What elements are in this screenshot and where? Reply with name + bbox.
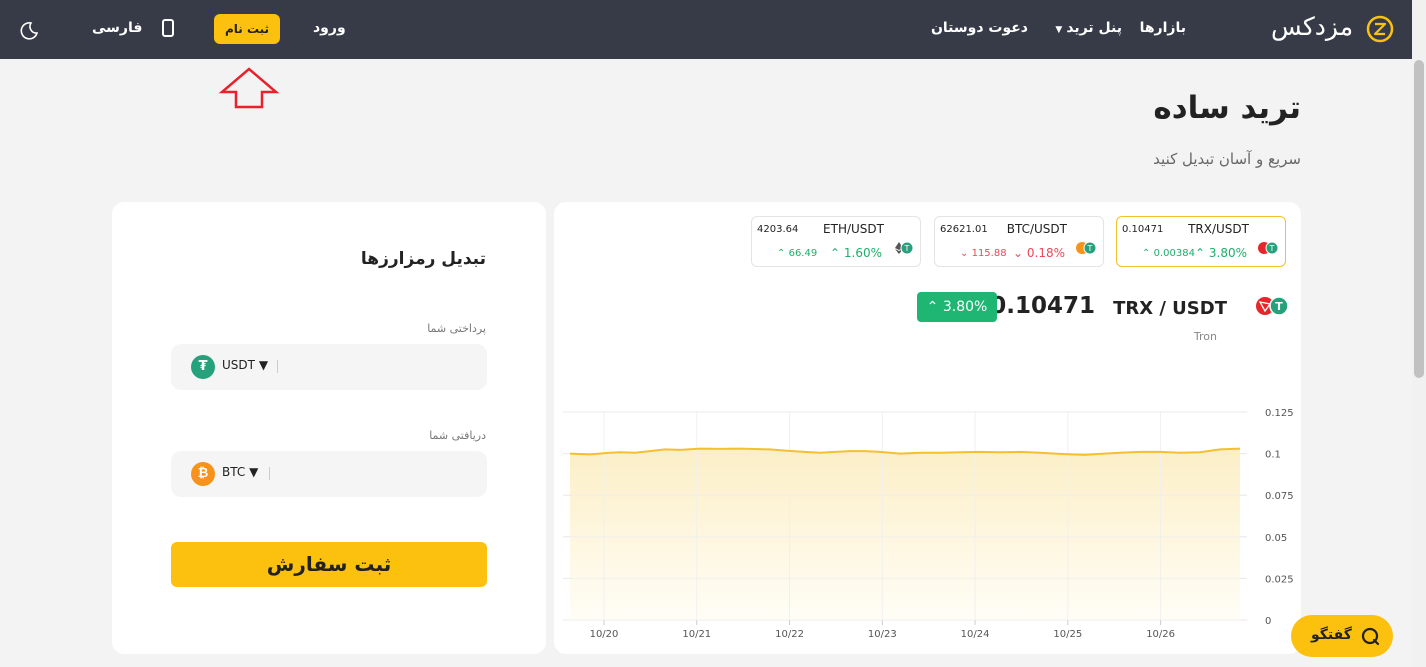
ticker-percent: ⌄ 0.18% [1013, 246, 1065, 260]
mobile-app-icon[interactable] [162, 19, 174, 37]
selected-change-value: 3.80% [942, 299, 988, 315]
svg-text:T: T [1087, 244, 1093, 253]
converter-title: تبدیل رمزارزها [360, 249, 486, 269]
y-tick-label: 0.1 [1265, 450, 1281, 461]
selected-change-badge: ⌃ 3.80% [917, 292, 997, 322]
receive-label: دریافتی شما [429, 429, 486, 442]
ticker-pair: TRX/USDT [1188, 222, 1249, 236]
chat-button[interactable]: گفتگو [1291, 615, 1393, 657]
page-subtitle: سریع و آسان تبدیل کنید [1153, 150, 1301, 168]
ticker-percent: ⌃ 3.80% [1195, 246, 1247, 260]
page-title: ترید ساده [1153, 90, 1301, 126]
arrow-up-annotation-icon [218, 67, 280, 109]
arrow-down-icon: ⌄ [1012, 246, 1024, 260]
arrow-up-icon: ⌃ [1142, 248, 1151, 259]
trx-usdt-pair-icon: T [1258, 241, 1279, 255]
x-tick-label: 10/20 [590, 629, 619, 640]
nav-markets[interactable]: بازارها [1140, 20, 1186, 36]
y-tick-label: 0.05 [1265, 533, 1287, 544]
receive-field[interactable]: ₿ BTC ▼ [171, 451, 487, 497]
pay-coin-name: USDT [222, 358, 255, 372]
moon-icon[interactable] [20, 22, 38, 40]
nav-trade-panel-label: پنل ترید [1066, 20, 1122, 36]
pay-field[interactable]: ₮ USDT ▼ [171, 344, 487, 390]
converter-card: تبدیل رمزارزها پرداختی شما ₮ USDT ▼ دریا… [112, 202, 546, 654]
arrow-up-icon: ⌃ [926, 299, 939, 315]
chevron-down-icon: ▼ [1055, 25, 1063, 35]
chevron-down-icon: ▼ [249, 465, 259, 479]
ticker-price: 62621.01 [940, 224, 988, 235]
nav-trade-panel[interactable]: ▼ پنل ترید [1055, 20, 1122, 36]
y-tick-label: 0 [1265, 616, 1271, 627]
btc-coin-icon: ₿ [191, 462, 215, 486]
x-tick-label: 10/21 [682, 629, 711, 640]
svg-text:T: T [904, 244, 910, 253]
chat-bubble-icon [1361, 627, 1380, 646]
ticker-pair: ETH/USDT [823, 222, 884, 236]
price-chart[interactable]: 0 0.025 0.05 0.075 0.1 0.125 10/20 10/21 10/22 10… [554, 397, 1301, 642]
page-scrollbar[interactable] [1412, 0, 1426, 667]
field-divider [269, 467, 270, 480]
ticker-price: 0.10471 [1122, 224, 1164, 235]
ticker-percent-value: 0.18% [1026, 246, 1065, 260]
arrow-up-icon: ⌃ [829, 246, 841, 260]
submit-order-button[interactable]: ثبت سفارش [171, 542, 487, 587]
price-area [570, 448, 1240, 620]
pay-coin-select[interactable]: USDT ▼ [222, 358, 268, 372]
ticker-change-value: 0.00384 [1153, 248, 1195, 259]
x-tick-label: 10/22 [775, 629, 804, 640]
y-tick-label: 0.075 [1265, 491, 1294, 502]
x-tick-label: 10/26 [1146, 629, 1175, 640]
selected-pair: TRX / USDT [1113, 298, 1227, 319]
svg-text:T: T [1275, 300, 1283, 313]
signup-button[interactable]: ثبت نام [214, 14, 280, 44]
arrow-up-icon: ⌃ [777, 248, 786, 259]
language-selector[interactable]: فارسی [92, 20, 142, 36]
pay-label: پرداختی شما [427, 322, 486, 335]
market-chart-card: TRX/USDT 0.10471 ⌃ 3.80% ⌃ 0.00384 T BTC… [554, 202, 1301, 654]
eth-usdt-pair-icon: T [895, 241, 914, 255]
scrollbar-thumb[interactable] [1414, 60, 1424, 378]
nav-invite-friends[interactable]: دعوت دوستان [931, 20, 1028, 36]
y-tick-label: 0.125 [1265, 408, 1294, 419]
ticker-eth-usdt[interactable]: ETH/USDT 4203.64 ⌃ 1.60% ⌃ 66.49 T [751, 216, 921, 267]
chevron-down-icon: ▼ [258, 358, 269, 372]
top-navbar: مزدکس بازارها ▼ پنل ترید دعوت دوستان ورود… [0, 0, 1412, 59]
ticker-change: ⌄ 115.88 [960, 248, 1007, 259]
x-tick-label: 10/25 [1053, 629, 1082, 640]
ticker-percent-value: 1.60% [843, 246, 882, 260]
ticker-price: 4203.64 [757, 224, 799, 235]
arrow-up-icon: ⌃ [1194, 246, 1206, 260]
ticker-change-value: 115.88 [971, 248, 1007, 259]
x-tick-label: 10/23 [868, 629, 897, 640]
selected-price: 0.10471 [990, 293, 1095, 319]
svg-text:T: T [1269, 244, 1275, 253]
y-tick-label: 0.025 [1265, 574, 1294, 585]
ticker-pair: BTC/USDT [1006, 222, 1067, 236]
btc-usdt-pair-icon: T [1076, 241, 1097, 255]
ticker-change: ⌃ 66.49 [777, 248, 817, 259]
ticker-btc-usdt[interactable]: BTC/USDT 62621.01 ⌄ 0.18% ⌄ 115.88 T [934, 216, 1104, 267]
selected-coin-name: Tron [1193, 330, 1217, 343]
ticker-percent-value: 3.80% [1208, 246, 1247, 260]
ticker-trx-usdt[interactable]: TRX/USDT 0.10471 ⌃ 3.80% ⌃ 0.00384 T [1116, 216, 1286, 267]
ticker-change-value: 66.49 [788, 248, 818, 259]
receive-coin-select[interactable]: BTC ▼ [222, 465, 258, 479]
field-divider [277, 360, 278, 373]
receive-coin-name: BTC [222, 465, 246, 479]
x-tick-label: 10/24 [961, 629, 990, 640]
ticker-change: ⌃ 0.00384 [1142, 248, 1195, 259]
trx-usdt-pair-icon: T [1256, 296, 1289, 316]
mazdax-logo-icon[interactable] [1366, 15, 1394, 43]
logo-text[interactable]: مزدکس [1271, 12, 1353, 41]
chat-label: گفتگو [1311, 627, 1352, 643]
login-link[interactable]: ورود [313, 20, 346, 36]
ticker-percent: ⌃ 1.60% [830, 246, 882, 260]
usdt-coin-icon: ₮ [191, 355, 215, 379]
arrow-down-icon: ⌄ [960, 248, 969, 259]
